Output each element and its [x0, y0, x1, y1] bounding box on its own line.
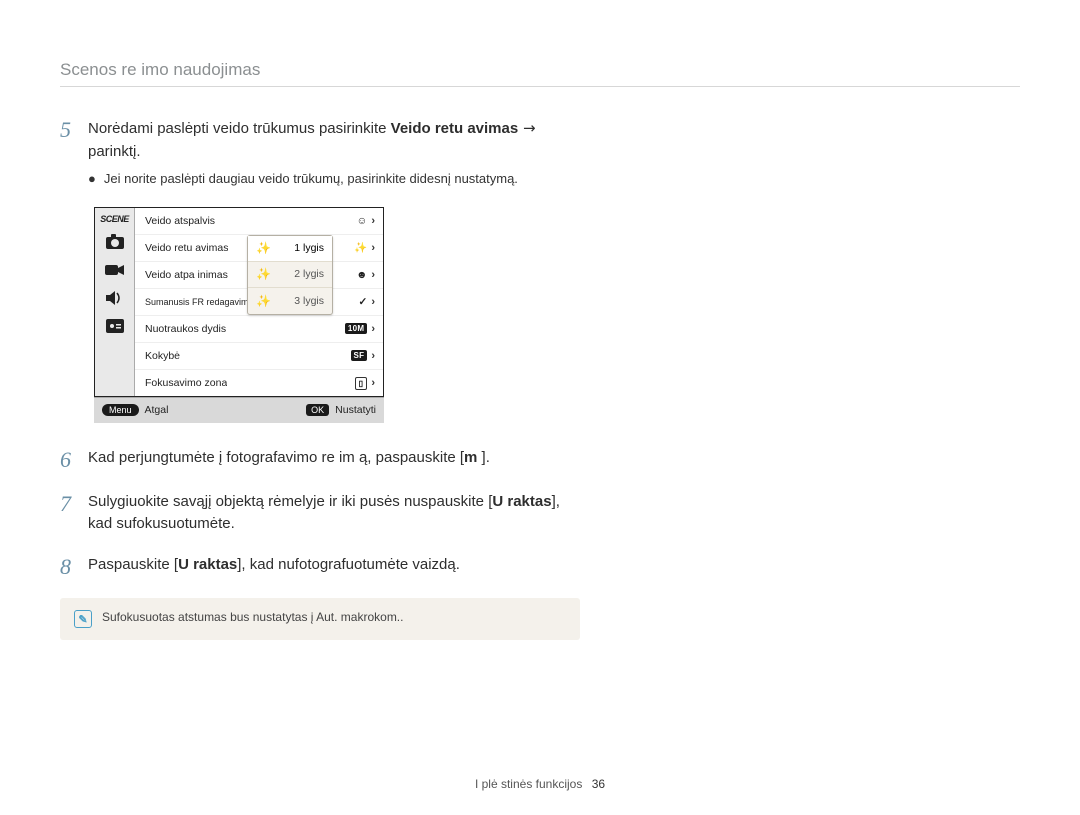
back-label: Atgal	[145, 404, 169, 416]
submenu-label: 3 lygis	[294, 295, 324, 307]
step-text-2: ].	[477, 449, 490, 466]
camera-bottom-bar: Menu Atgal OK Nustatyti	[94, 397, 384, 423]
submenu-item-1[interactable]: ✨ 1 lygis	[248, 236, 332, 262]
step-bold: m	[464, 449, 477, 466]
menu-row-veido-atspalvis[interactable]: Veido atspalvis ☺︎›	[135, 208, 383, 235]
chevron-right-icon: ›	[371, 296, 375, 308]
menu-row-label: Nuotraukos dydis	[145, 323, 226, 335]
level-icon: ✨	[256, 294, 271, 308]
section-title: Scenos re imo naudojimas	[60, 60, 1020, 87]
set-label: Nustatyti	[335, 404, 376, 416]
camera-tab-icon[interactable]	[104, 232, 126, 252]
step-body: Norėdami paslėpti veido trūkumus pasirin…	[88, 117, 580, 189]
step-body: Kad perjungtumėte į fotografavimo re im …	[88, 447, 490, 473]
menu-row-fokusavimo-zona[interactable]: Fokusavimo zona ▯›	[135, 370, 383, 397]
chevron-right-icon: ›	[371, 350, 375, 362]
page-footer: I plė stinės funkcijos 36	[0, 777, 1080, 791]
face-retouch-icon: ✨	[354, 241, 367, 254]
level-icon: ✨	[256, 267, 271, 281]
face-recog-icon: ☻	[356, 269, 367, 281]
ok-pill[interactable]: OK	[306, 404, 329, 416]
chevron-right-icon: ›	[371, 323, 375, 335]
chevron-right-icon: ›	[371, 215, 375, 227]
footer-label: I plė stinės funkcijos	[475, 777, 582, 791]
level-icon: ✨	[256, 241, 271, 255]
step-7: 7 Sulygiuokite savąjį objektą rėmelyje i…	[60, 491, 580, 536]
footer-page-number: 36	[592, 777, 605, 791]
arrow-icon: →	[518, 119, 535, 137]
step-6: 6 Kad perjungtumėte į fotografavimo re i…	[60, 447, 580, 473]
menu-pill[interactable]: Menu	[102, 404, 139, 416]
step-text: Sulygiuokite savąjį objektą rėmelyje ir …	[88, 493, 492, 510]
quality-icon: SF	[351, 350, 368, 361]
submenu-label: 1 lygis	[294, 242, 324, 254]
chevron-right-icon: ›	[371, 242, 375, 254]
step-bold: Veido retu avimas	[391, 120, 519, 137]
video-tab-icon[interactable]	[104, 260, 126, 280]
menu-row-label: Fokusavimo zona	[145, 377, 227, 389]
step-8: 8 Paspauskite [U raktas], kad nufotograf…	[60, 554, 580, 580]
step-number: 5	[60, 117, 88, 189]
step-text-2: parinktį.	[88, 143, 141, 160]
submenu-item-3[interactable]: ✨ 3 lygis	[248, 288, 332, 314]
step-text: Paspauskite [	[88, 556, 178, 573]
step-bullet: ● Jei norite paslėpti daugiau veido trūk…	[88, 169, 580, 189]
menu-row-label: Kokybė	[145, 350, 180, 362]
check-icon: ✓	[359, 296, 368, 308]
step-bold: U raktas	[178, 556, 237, 573]
step-text-2: ], kad nufotografuotumėte vaizdą.	[237, 556, 460, 573]
level-submenu: ✨ 1 lygis ✨ 2 lygis ✨ 3 lygis	[247, 235, 333, 315]
focus-zone-icon: ▯	[355, 377, 368, 390]
menu-row-label: Sumanusis FR redagavimas	[145, 297, 258, 307]
camera-menu-figure: SCENE Veido atspalv	[94, 207, 384, 423]
note-box: ✎ Sufokusuotas atstumas bus nustatytas į…	[60, 598, 580, 640]
other-tab-icon[interactable]	[104, 316, 126, 336]
note-icon: ✎	[74, 610, 92, 628]
menu-row-label: Veido atspalvis	[145, 215, 215, 227]
camera-left-tabs: SCENE	[95, 208, 135, 396]
step-number: 8	[60, 554, 88, 580]
step-5: 5 Norėdami paslėpti veido trūkumus pasir…	[60, 117, 580, 189]
submenu-item-2[interactable]: ✨ 2 lygis	[248, 262, 332, 288]
step-number: 7	[60, 491, 88, 536]
step-text: Kad perjungtumėte į fotografavimo re im …	[88, 449, 464, 466]
step-body: Paspauskite [U raktas], kad nufotografuo…	[88, 554, 460, 580]
bullet-text: Jei norite paslėpti daugiau veido trūkum…	[104, 169, 518, 189]
step-text: Norėdami paslėpti veido trūkumus pasirin…	[88, 120, 391, 137]
camera-menu-list: Veido atspalvis ☺︎› Veido retu avimas ✨›…	[135, 208, 383, 396]
note-text: Sufokusuotas atstumas bus nustatytas į A…	[102, 610, 403, 624]
menu-row-kokybe[interactable]: Kokybė SF›	[135, 343, 383, 370]
size-value-icon: 10M	[345, 323, 367, 334]
menu-row-nuotraukos-dydis[interactable]: Nuotraukos dydis 10M ›	[135, 316, 383, 343]
menu-row-label: Veido retu avimas	[145, 242, 228, 254]
step-number: 6	[60, 447, 88, 473]
sound-tab-icon[interactable]	[104, 288, 126, 308]
bullet-dot-icon: ●	[88, 169, 96, 189]
scene-tab-icon[interactable]: SCENE	[100, 214, 129, 224]
submenu-label: 2 lygis	[294, 268, 324, 280]
chevron-right-icon: ›	[371, 377, 375, 389]
step-bold: U raktas	[492, 493, 551, 510]
chevron-right-icon: ›	[371, 269, 375, 281]
menu-row-label: Veido atpa inimas	[145, 269, 228, 281]
step-body: Sulygiuokite savąjį objektą rėmelyje ir …	[88, 491, 580, 536]
face-tone-icon: ☺︎	[357, 215, 368, 227]
